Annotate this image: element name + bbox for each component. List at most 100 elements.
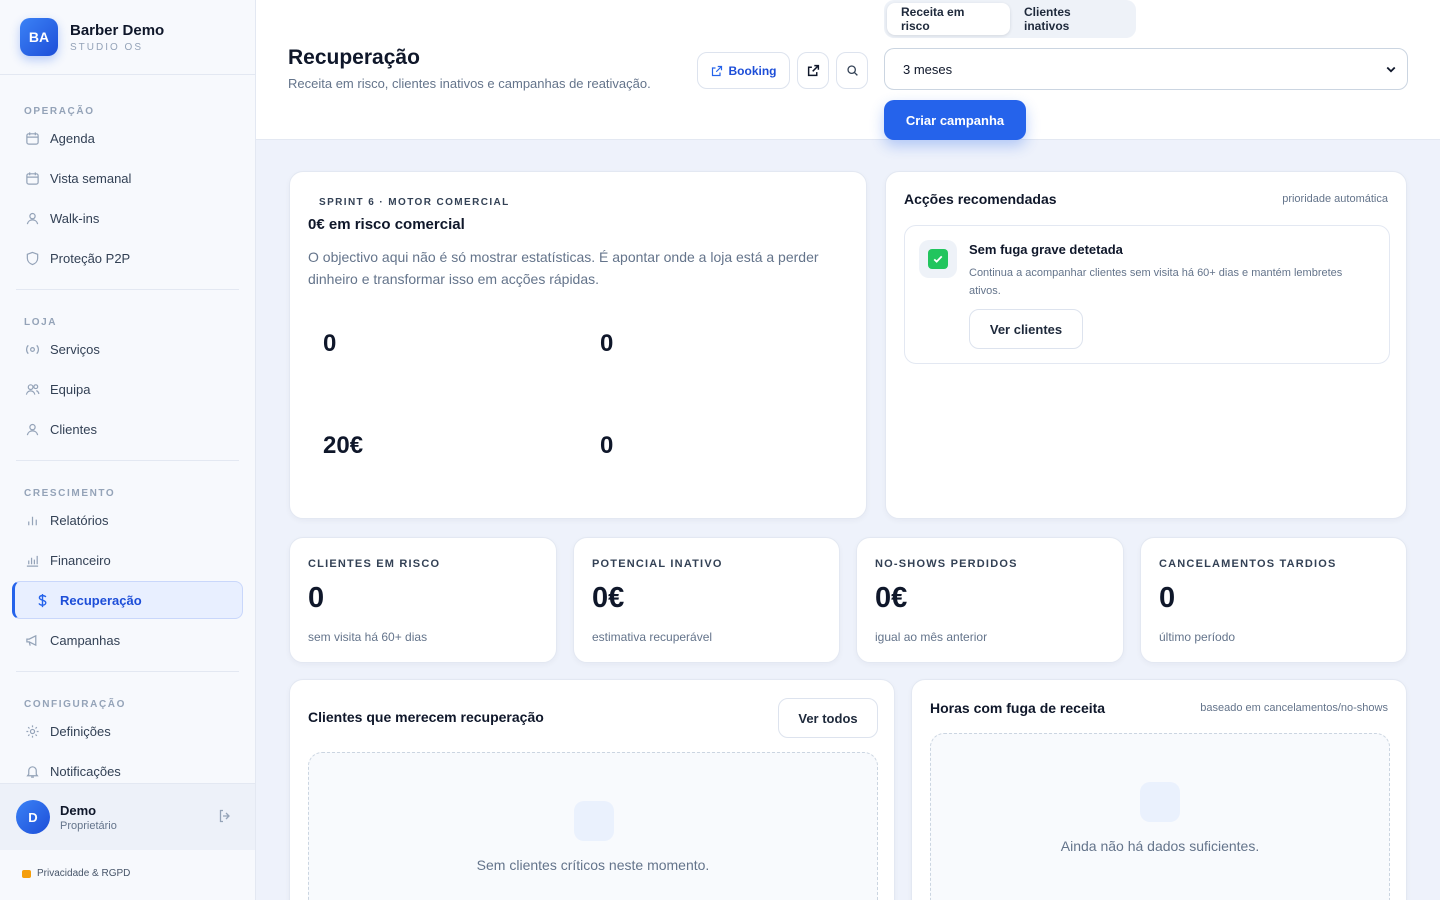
recommendation-item: Sem fuga grave detetada Continua a acomp… (904, 225, 1390, 364)
dollar-icon (34, 592, 50, 608)
brand-avatar: BA (20, 18, 58, 56)
booking-button[interactable]: Booking (697, 52, 790, 89)
recommendation-description: Continua a acompanhar clientes sem visit… (969, 267, 1343, 297)
create-campaign-button[interactable]: Criar campanha (884, 100, 1026, 140)
view-all-button[interactable]: Ver todos (778, 698, 878, 738)
view-tabs: Receita em risco Clientes inativos (884, 0, 1136, 38)
check-badge (919, 240, 957, 278)
search-button[interactable] (836, 52, 868, 89)
recommendation-title: Sem fuga grave detetada (969, 242, 1123, 257)
nav-section-loja: LOJA Serviços Equipa Clientes (0, 302, 255, 448)
user-icon (24, 210, 40, 226)
sidebar-item-label: Vista semanal (50, 170, 132, 186)
empty-state-icon (574, 801, 614, 841)
chevron-down-icon (1385, 63, 1397, 78)
privacy-label: Privacidade & RGPD (37, 868, 131, 879)
check-icon (928, 249, 948, 269)
search-icon (846, 64, 859, 77)
calendar-icon (24, 170, 40, 186)
nav-section-configuracao: CONFIGURAÇÃO Definições Notificações (0, 684, 255, 790)
nav-section-crescimento: CRESCIMENTO Relatórios Financeiro Recupe… (0, 473, 255, 659)
nav-heading: OPERAÇÃO (24, 106, 95, 117)
finance-chart-icon (24, 552, 40, 568)
stat-card-clientes-em-risco: CLIENTES EM RISCO 0 sem visita há 60+ di… (289, 537, 557, 663)
sidebar-item-label: Recuperação (60, 592, 142, 608)
stat-value: 0 (1159, 582, 1176, 614)
user-icon (24, 421, 40, 437)
sidebar-item-label: Notificações (50, 763, 121, 779)
hero-metric-value: 0 (600, 432, 614, 459)
sidebar-item-label: Serviços (50, 341, 100, 357)
view-clients-button[interactable]: Ver clientes (969, 309, 1083, 349)
sidebar-item-label: Relatórios (50, 512, 109, 528)
stat-card-cancelamentos-tardios: CANCELAMENTOS TARDIOS 0 último período (1140, 537, 1407, 663)
sidebar-item-agenda[interactable]: Agenda (12, 119, 243, 157)
shield-icon (24, 250, 40, 266)
bell-icon (24, 763, 40, 779)
privacy-link[interactable]: Privacidade & RGPD (22, 868, 130, 879)
card-title: Horas com fuga de receita (930, 700, 1106, 716)
period-select[interactable]: 3 meses (884, 48, 1408, 90)
stat-card-no-shows-perdidos: NO-SHOWS PERDIDOS 0€ igual ao mês anteri… (856, 537, 1124, 663)
sidebar-item-label: Walk-ins (50, 210, 100, 226)
sidebar-item-label: Campanhas (50, 632, 121, 648)
empty-state: Sem clientes críticos neste momento. (308, 752, 878, 900)
users-icon (24, 381, 40, 397)
services-icon (24, 341, 40, 357)
sidebar-item-recuperacao[interactable]: Recuperação (12, 581, 243, 619)
page-header: Recuperação Receita em risco, clientes i… (256, 0, 1440, 140)
divider (16, 460, 239, 461)
commercial-risk-card: SPRINT 6 · MOTOR COMERCIAL 0€ em risco c… (289, 171, 867, 519)
stat-label: CANCELAMENTOS TARDIOS (1159, 558, 1337, 570)
recovery-clients-card: Clientes que merecem recuperação Ver tod… (289, 679, 895, 900)
sidebar-item-clientes[interactable]: Clientes (12, 410, 243, 448)
sidebar-item-label: Financeiro (50, 552, 111, 568)
logout-icon[interactable] (217, 808, 233, 829)
nav-heading: CONFIGURAÇÃO (24, 699, 126, 710)
card-title: Acções recomendadas (904, 191, 1057, 207)
sidebar-item-campanhas[interactable]: Campanhas (12, 621, 243, 659)
empty-state-icon (1140, 782, 1180, 822)
stat-subtitle: sem visita há 60+ dias (308, 630, 428, 644)
nav-section-operacao: OPERAÇÃO Agenda Vista semanal Walk-ins P… (0, 91, 255, 277)
avatar: D (16, 800, 50, 834)
brand[interactable]: BA Barber Demo STUDIO OS (0, 0, 255, 75)
open-external-button[interactable] (797, 52, 829, 89)
recommended-actions-card: Acções recomendadas prioridade automátic… (885, 171, 1407, 519)
sidebar-item-walk-ins[interactable]: Walk-ins (12, 199, 243, 237)
calendar-icon (24, 130, 40, 146)
bar-chart-icon (24, 512, 40, 528)
stat-card-potencial-inativo: POTENCIAL INATIVO 0€ estimativa recuperá… (573, 537, 840, 663)
empty-state-text: Ainda não há dados suficientes. (1060, 838, 1260, 854)
empty-state: Ainda não há dados suficientes. (930, 733, 1390, 900)
user-profile[interactable]: D Demo Proprietário (0, 783, 255, 850)
sidebar-item-protecao-p2p[interactable]: Proteção P2P (12, 239, 243, 277)
sidebar-item-definicoes[interactable]: Definições (12, 712, 243, 750)
page-title: Recuperação (288, 46, 420, 69)
stat-subtitle: igual ao mês anterior (875, 630, 988, 644)
hero-metric-value: 0 (323, 330, 337, 357)
page-subtitle: Receita em risco, clientes inativos e ca… (288, 76, 651, 91)
priority-tag: prioridade automática (1282, 193, 1388, 205)
sidebar-item-relatorios[interactable]: Relatórios (12, 501, 243, 539)
stat-label: POTENCIAL INATIVO (592, 558, 723, 570)
booking-label: Booking (728, 63, 777, 78)
sidebar-item-servicos[interactable]: Serviços (12, 330, 243, 368)
stat-value: 0 (308, 582, 325, 614)
tab-clientes-inativos[interactable]: Clientes inativos (1010, 3, 1133, 35)
sidebar-item-label: Agenda (50, 130, 95, 146)
user-role: Proprietário (60, 819, 117, 832)
sidebar-item-financeiro[interactable]: Financeiro (12, 541, 243, 579)
empty-state-text: Sem clientes críticos neste momento. (476, 857, 710, 873)
tab-receita-em-risco[interactable]: Receita em risco (887, 3, 1010, 35)
megaphone-icon (24, 632, 40, 648)
data-source-tag: baseado em cancelamentos/no-shows (1200, 702, 1388, 714)
external-link-icon (807, 64, 820, 77)
stat-subtitle: estimativa recuperável (592, 630, 713, 644)
lock-icon (22, 869, 31, 878)
sidebar-item-vista-semanal[interactable]: Vista semanal (12, 159, 243, 197)
sidebar-item-equipa[interactable]: Equipa (12, 370, 243, 408)
stat-subtitle: último período (1159, 630, 1236, 644)
hero-title: 0€ em risco comercial (308, 216, 465, 233)
stat-label: NO-SHOWS PERDIDOS (875, 558, 1018, 570)
